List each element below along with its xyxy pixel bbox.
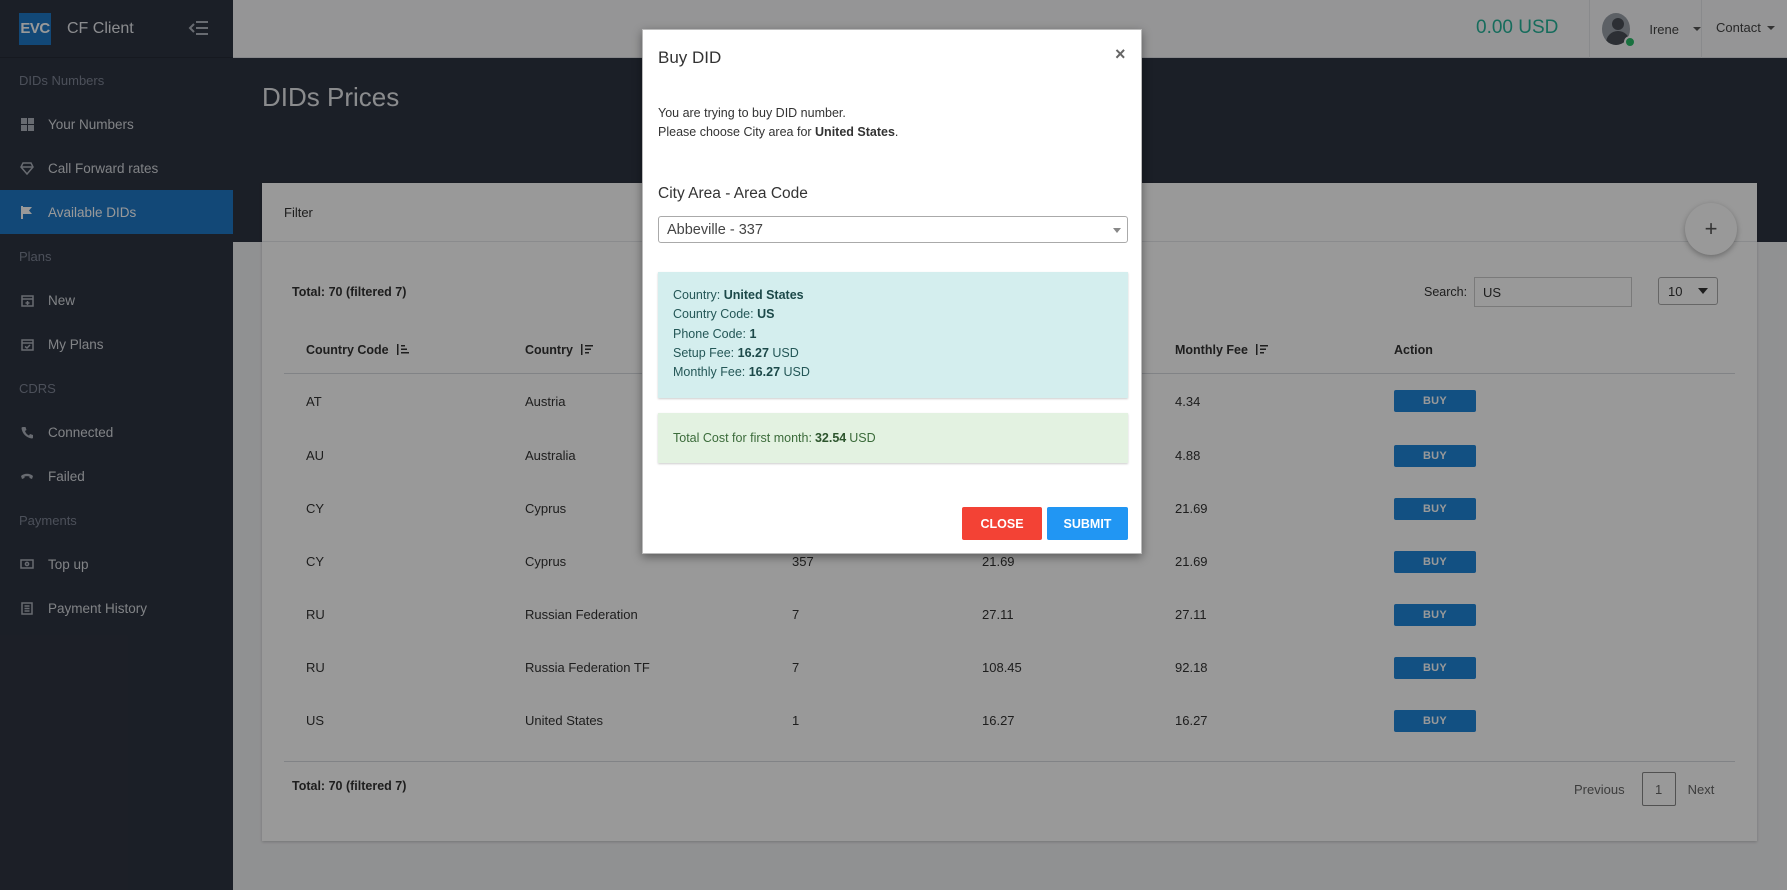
modal-message-line2: Please choose City area for United State… [658, 125, 899, 139]
close-button[interactable]: CLOSE [962, 507, 1042, 540]
total-cost-value: 32.54 [814, 431, 847, 445]
total-cost-label: Total Cost for first month: [673, 431, 812, 445]
info-phone-code: Phone Code: 1 [673, 326, 757, 341]
modal-title: Buy DID [658, 48, 722, 67]
info-country-code: Country Code: US [673, 307, 775, 322]
info-setup-fee: Setup Fee: 16.27 USD [673, 345, 799, 360]
info-country: Country: United States [673, 288, 804, 302]
submit-button[interactable]: SUBMIT [1047, 507, 1128, 540]
modal-message-line1: You are trying to buy DID number. [658, 106, 846, 120]
buy-did-modal: Buy DID × You are trying to buy DID numb… [642, 29, 1142, 554]
info-monthly-fee: Monthly Fee: 16.27 USD [673, 365, 810, 380]
total-cost-unit: USD [849, 431, 876, 445]
close-icon[interactable]: × [1115, 44, 1126, 65]
chevron-down-icon [1113, 228, 1121, 233]
city-area-value: Abbeville - 337 [667, 221, 763, 238]
city-area-label: City Area - Area Code [658, 185, 808, 202]
did-info-box: Country: United States Country Code: US … [658, 272, 1128, 398]
modal-message: You are trying to buy DID number. Please… [658, 104, 898, 142]
city-area-select[interactable]: Abbeville - 337 [658, 216, 1128, 243]
total-cost-box: Total Cost for first month: 32.54 USD [658, 413, 1128, 463]
